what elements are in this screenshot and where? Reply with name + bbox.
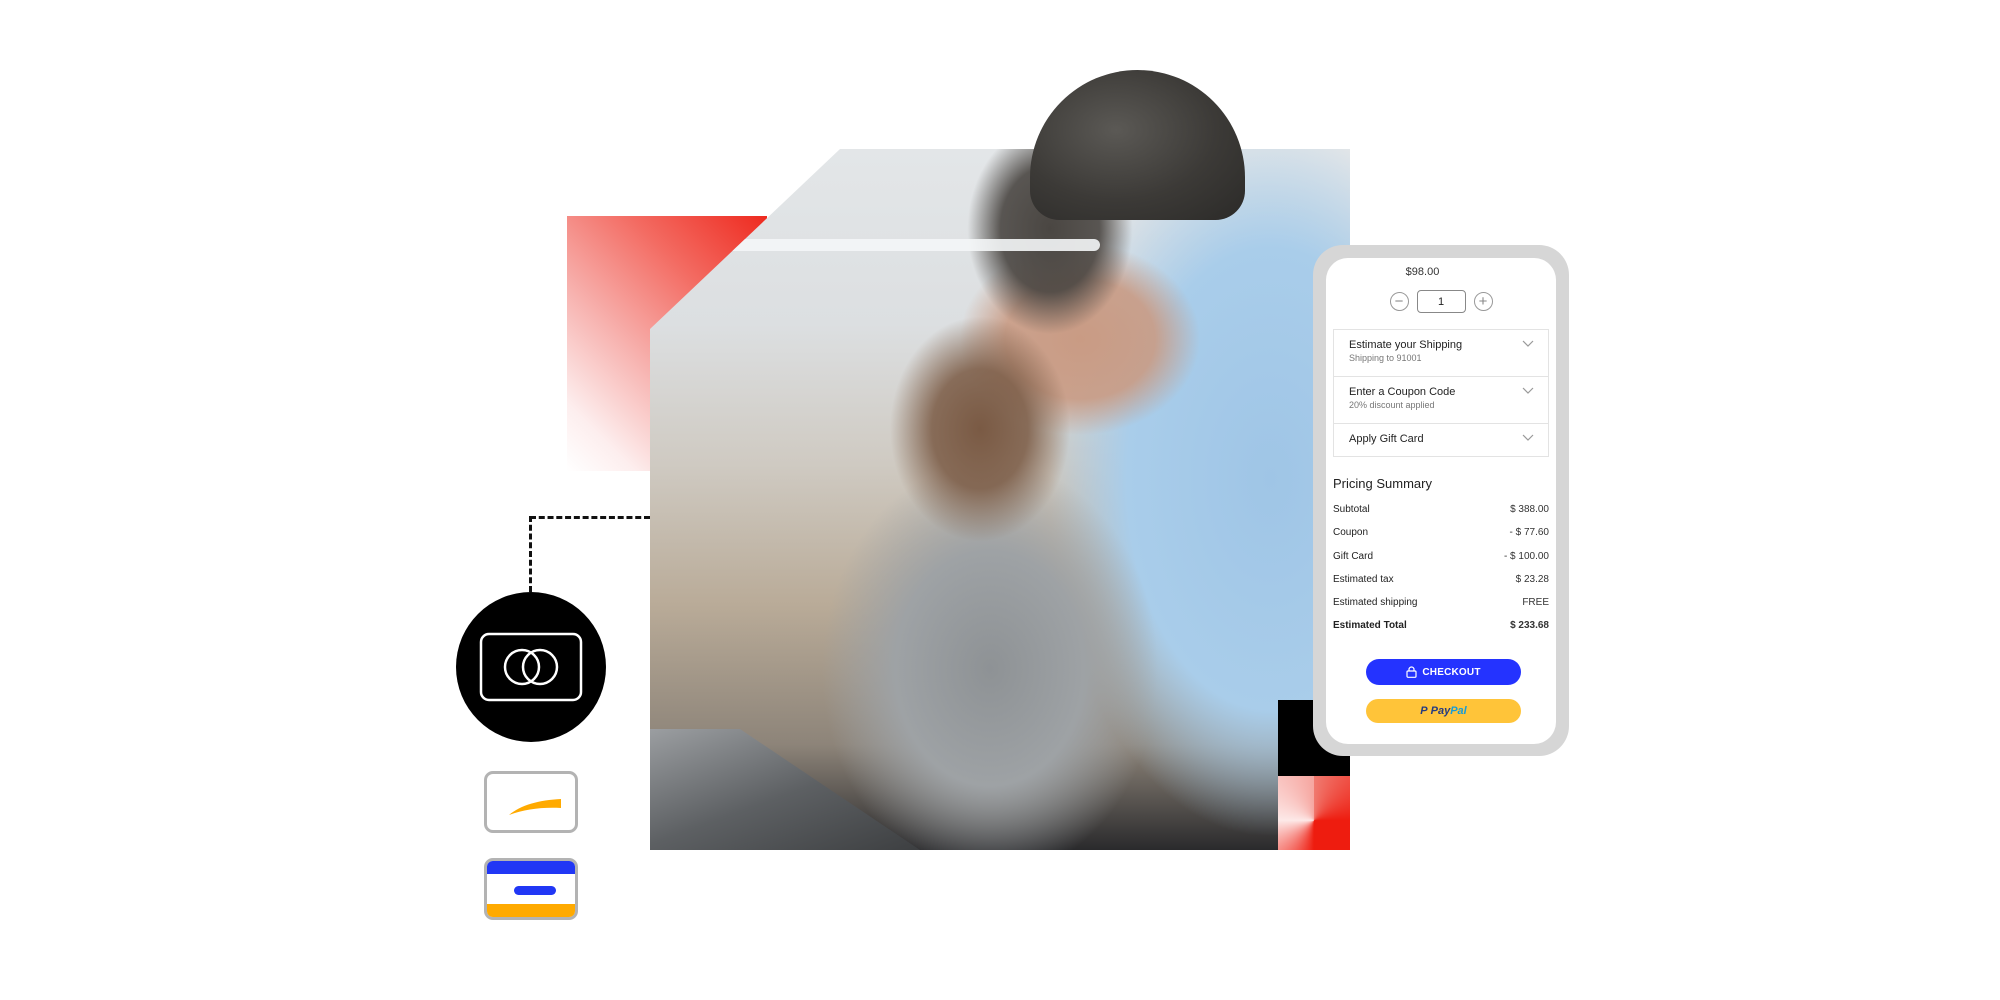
pricing-summary-table: Subtotal $ 388.00 Coupon - $ 77.60 Gift …	[1333, 503, 1549, 643]
dashed-connector-vertical	[529, 516, 532, 592]
card-pill	[514, 886, 556, 895]
accordion-title: Estimate your Shipping	[1349, 339, 1463, 351]
accordion-subtitle: 20% discount applied	[1349, 400, 1435, 410]
card-stripe-top	[487, 861, 575, 874]
red-block-decoration	[1278, 776, 1350, 850]
quantity-input[interactable]: 1	[1416, 289, 1466, 313]
summary-label: Estimated tax	[1333, 573, 1394, 585]
summary-row-tax: Estimated tax $ 23.28	[1333, 573, 1549, 596]
minus-circle-icon[interactable]: −	[1389, 291, 1409, 311]
summary-value: - $ 77.60	[1509, 527, 1549, 539]
accordion-title: Enter a Coupon Code	[1349, 386, 1456, 398]
accordion-subtitle: Shipping to 91001	[1349, 353, 1422, 363]
summary-row-subtotal: Subtotal $ 388.00	[1333, 503, 1549, 526]
paypal-label-pay: Pay	[1430, 705, 1451, 717]
hero-photo	[650, 149, 1350, 850]
summary-row-total: Estimated Total $ 233.68	[1333, 619, 1549, 642]
summary-row-coupon: Coupon - $ 77.60	[1333, 526, 1549, 549]
photo-head-overflow	[1030, 70, 1245, 220]
mastercard-outline-icon	[479, 632, 583, 702]
pricing-summary-title: Pricing Summary	[1333, 476, 1432, 491]
checkout-label: CHECKOUT	[1422, 666, 1481, 678]
chevron-down-icon	[1522, 387, 1534, 394]
summary-label: Coupon	[1333, 527, 1369, 539]
accordion-shipping[interactable]: Estimate your Shipping Shipping to 91001	[1334, 330, 1548, 377]
photo-laptop	[650, 729, 920, 850]
checkout-accordion: Estimate your Shipping Shipping to 91001…	[1333, 329, 1549, 457]
summary-label: Subtotal	[1333, 504, 1370, 515]
chevron-down-icon	[1522, 434, 1534, 441]
plus-circle-icon[interactable]: +	[1473, 291, 1493, 311]
summary-value: $ 388.00	[1510, 504, 1549, 515]
payment-card-swoosh	[484, 771, 578, 833]
summary-value: $ 23.28	[1515, 573, 1549, 585]
checkout-button[interactable]: CHECKOUT	[1366, 659, 1521, 685]
phone-screen: $98.00 − 1 + Estimate your Shipping Ship…	[1326, 258, 1556, 744]
accordion-coupon[interactable]: Enter a Coupon Code 20% discount applied	[1334, 377, 1548, 424]
summary-value: FREE	[1522, 597, 1549, 609]
quantity-stepper: − 1 +	[1326, 289, 1556, 313]
summary-row-shipping: Estimated shipping FREE	[1333, 596, 1549, 619]
summary-label: Estimated Total	[1333, 620, 1407, 632]
paypal-label-pal: Pal	[1450, 705, 1467, 717]
accordion-title: Apply Gift Card	[1349, 433, 1424, 445]
payment-card-striped	[484, 858, 578, 920]
summary-label: Estimated shipping	[1333, 597, 1418, 609]
summary-value: $ 233.68	[1510, 620, 1549, 632]
paypal-button[interactable]: P Pay Pal	[1366, 699, 1521, 723]
lock-icon	[1406, 666, 1417, 678]
card-swoosh-icon	[509, 799, 561, 815]
summary-row-gift-card: Gift Card - $ 100.00	[1333, 550, 1549, 573]
summary-value: - $ 100.00	[1503, 550, 1549, 562]
paypal-mark-icon: P	[1420, 705, 1428, 717]
chevron-down-icon	[1522, 340, 1534, 347]
accordion-gift-card[interactable]: Apply Gift Card	[1334, 424, 1548, 456]
dashed-connector-horizontal	[530, 516, 650, 519]
item-price: $98.00	[1405, 266, 1440, 278]
card-stripe-bottom	[487, 904, 575, 917]
payment-method-circle	[456, 592, 606, 742]
summary-label: Gift Card	[1333, 550, 1374, 562]
